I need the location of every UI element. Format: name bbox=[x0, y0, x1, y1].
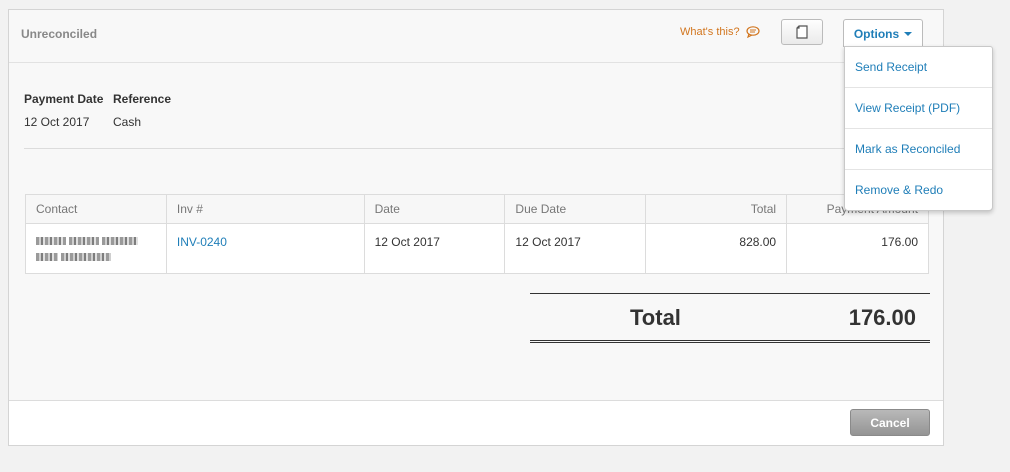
table-header-row: Contact Inv # Date Due Date Total Paymen… bbox=[25, 194, 929, 224]
divider bbox=[24, 148, 929, 149]
menu-item-mark-as-reconciled[interactable]: Mark as Reconciled bbox=[845, 129, 992, 170]
contact-cell bbox=[25, 223, 167, 274]
speech-bubble-icon bbox=[745, 26, 760, 38]
redacted-contact-name bbox=[36, 235, 156, 247]
payment-amount-cell: 176.00 bbox=[786, 223, 929, 274]
whats-this-link[interactable]: What's this? bbox=[680, 26, 760, 38]
column-header-contact: Contact bbox=[25, 194, 167, 224]
invoice-table: Contact Inv # Date Due Date Total Paymen… bbox=[25, 194, 929, 274]
payment-date-value: 12 Oct 2017 bbox=[24, 115, 90, 129]
whats-this-label: What's this? bbox=[680, 26, 740, 38]
invoice-number-link[interactable]: INV-0240 bbox=[165, 223, 365, 274]
cancel-button[interactable]: Cancel bbox=[850, 409, 930, 436]
status-label: Unreconciled bbox=[21, 27, 98, 41]
total-label: Total bbox=[630, 305, 681, 330]
chevron-down-icon bbox=[904, 31, 913, 36]
menu-item-send-receipt[interactable]: Send Receipt bbox=[845, 47, 992, 88]
panel-footer: Cancel bbox=[9, 400, 943, 445]
reference-label: Reference bbox=[113, 92, 172, 106]
column-header-date: Date bbox=[363, 194, 506, 224]
table-row: INV-0240 12 Oct 2017 12 Oct 2017 828.00 … bbox=[25, 223, 929, 274]
payment-details: Payment Date Reference 12 Oct 2017 Cash bbox=[24, 92, 193, 129]
menu-item-view-receipt-pdf[interactable]: View Receipt (PDF) bbox=[845, 88, 992, 129]
copy-button[interactable] bbox=[781, 19, 823, 45]
date-cell: 12 Oct 2017 bbox=[363, 223, 506, 274]
total-summary: Total 176.00 bbox=[530, 293, 930, 343]
column-header-due-date: Due Date bbox=[504, 194, 647, 224]
column-header-invoice: Inv # bbox=[165, 194, 365, 224]
payment-date-label: Payment Date bbox=[24, 92, 104, 106]
menu-item-remove-and-redo[interactable]: Remove & Redo bbox=[845, 170, 992, 210]
total-value: 176.00 bbox=[848, 305, 916, 330]
options-label: Options bbox=[853, 26, 900, 41]
payment-panel: Unreconciled What's this? Options Paymen… bbox=[8, 9, 944, 446]
reference-value: Cash bbox=[113, 115, 142, 129]
due-date-cell: 12 Oct 2017 bbox=[504, 223, 647, 274]
document-icon bbox=[796, 25, 808, 39]
redacted-contact-detail bbox=[36, 251, 156, 263]
invoice-number: INV-0240 bbox=[176, 235, 227, 249]
column-header-total: Total bbox=[645, 194, 788, 224]
options-menu: Send Receipt View Receipt (PDF) Mark as … bbox=[844, 46, 993, 211]
panel-header: Unreconciled What's this? Options bbox=[9, 10, 943, 63]
total-cell: 828.00 bbox=[645, 223, 788, 274]
options-button[interactable]: Options bbox=[843, 19, 923, 47]
